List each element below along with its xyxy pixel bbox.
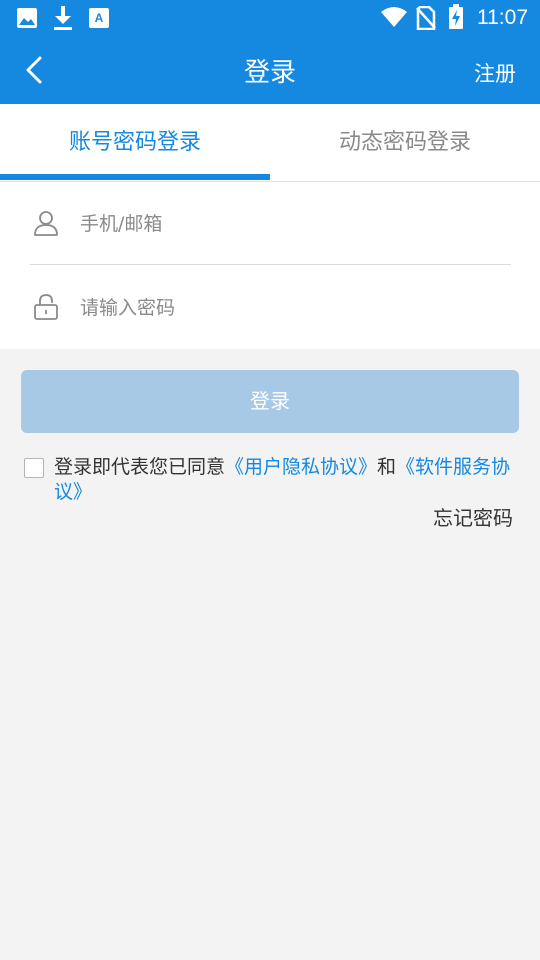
password-input[interactable]	[80, 288, 500, 328]
account-row	[30, 182, 511, 265]
tab-password-login[interactable]: 账号密码登录	[0, 104, 270, 182]
agreement-prefix: 登录即代表您已同意	[54, 456, 226, 478]
page-title: 登录	[243, 58, 296, 88]
privacy-policy-link[interactable]: 《用户隐私协议》	[225, 456, 377, 478]
battery-charging-icon	[449, 4, 463, 29]
status-bar: A 11:07	[0, 0, 540, 36]
forgot-password-link[interactable]: 忘记密码	[433, 502, 513, 531]
active-tab-indicator	[0, 174, 270, 180]
password-row	[30, 266, 511, 349]
download-icon	[54, 6, 72, 30]
account-input[interactable]	[80, 204, 500, 244]
lock-icon	[34, 294, 58, 320]
register-button[interactable]: 注册	[474, 58, 516, 88]
agreement-checkbox[interactable]	[24, 458, 44, 478]
no-sim-icon	[416, 6, 436, 30]
agreement-text: 登录即代表您已同意《用户隐私协议》和《软件服务协议》	[54, 455, 524, 505]
app-bar: 登录 注册	[0, 36, 540, 104]
agreement-middle: 和	[377, 456, 397, 478]
wifi-icon	[381, 7, 407, 27]
user-icon	[34, 211, 58, 236]
svg-text:A: A	[95, 11, 104, 25]
font-app-icon: A	[89, 8, 109, 28]
login-button[interactable]: 登录	[21, 370, 519, 433]
login-tabs: 账号密码登录 动态密码登录	[0, 104, 540, 182]
image-icon	[17, 8, 37, 28]
login-form	[0, 182, 540, 349]
tab-dynamic-password-login[interactable]: 动态密码登录	[270, 104, 540, 182]
status-time: 11:07	[477, 6, 528, 29]
